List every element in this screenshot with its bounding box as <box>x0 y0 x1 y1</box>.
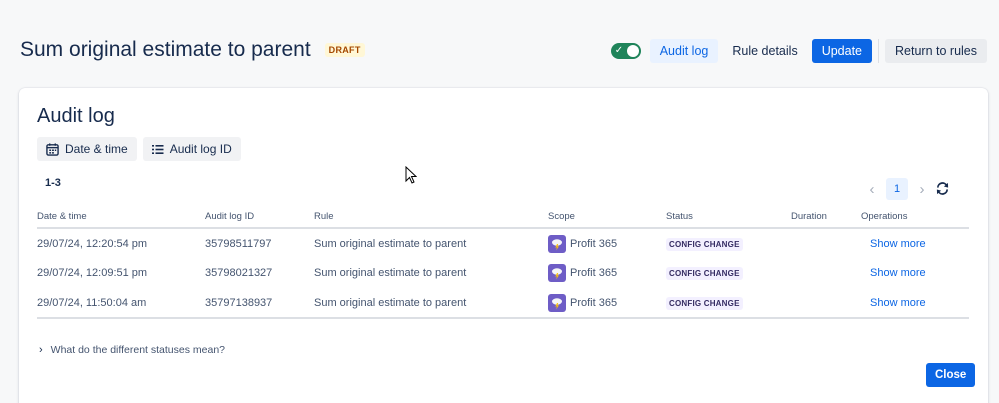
scope-cell: Profit 365 <box>548 288 666 319</box>
chevron-right-icon[interactable]: › <box>912 181 932 198</box>
status-help-disclosure[interactable]: › What do the different statuses mean? <box>39 344 225 356</box>
column-header: Operations <box>861 206 969 229</box>
rule-cell: Sum original estimate to parent <box>314 288 548 319</box>
audit-log-card: Audit log Date & time Audit log ID 1-3 ‹… <box>19 88 988 403</box>
close-button[interactable]: Close <box>926 363 976 387</box>
audit-log-table: Date & time Audit log ID Rule Scope Stat… <box>37 206 969 319</box>
column-header[interactable]: Status <box>666 206 791 229</box>
operations-cell: Show more <box>861 228 969 258</box>
filter-bar: Date & time Audit log ID <box>37 137 247 161</box>
table-header-row: Date & time Audit log ID Rule Scope Stat… <box>37 206 969 229</box>
card-title: Audit log <box>37 105 115 127</box>
update-button[interactable]: Update <box>811 39 873 63</box>
page-title-wrapper: Sum original estimate to parent DRAFT <box>20 38 365 62</box>
audit-id-cell: 35797138937 <box>205 288 314 319</box>
page-button-1[interactable]: 1 <box>886 178 908 200</box>
table-row: 29/07/24, 12:20:54 pm 35798511797 Sum or… <box>37 228 969 258</box>
chevron-left-icon[interactable]: ‹ <box>862 181 882 198</box>
calendar-icon <box>46 142 59 156</box>
status-lozenge: CONFIG CHANGE <box>666 237 743 251</box>
rule-enabled-toggle[interactable]: ✓ <box>610 43 641 59</box>
datetime-cell: 29/07/24, 12:09:51 pm <box>37 267 148 279</box>
chevron-right-icon: › <box>39 344 43 356</box>
return-to-rules-button[interactable]: Return to rules <box>885 39 987 63</box>
rule-details-button[interactable]: Rule details <box>722 39 807 63</box>
cloud-lightning-icon <box>548 234 566 253</box>
audit-log-id-filter-button[interactable]: Audit log ID <box>142 137 241 161</box>
column-header[interactable]: Duration <box>791 206 861 229</box>
audit-id-cell: 35798021327 <box>205 267 273 279</box>
scope-cell: Profit 365 <box>548 258 666 288</box>
refresh-icon <box>936 182 949 195</box>
column-header[interactable]: Date & time <box>37 206 205 229</box>
show-more-link[interactable]: Show more <box>861 267 926 279</box>
scope-cell: Profit 365 <box>548 228 666 258</box>
rule-cell: Sum original estimate to parent <box>314 267 467 279</box>
scope-name: Profit 365 <box>570 296 618 309</box>
cloud-lightning-icon <box>548 264 566 282</box>
status-cell: CONFIG CHANGE <box>666 228 791 258</box>
table-row: 29/07/24, 11:50:04 am 35797138937 Sum or… <box>37 288 969 319</box>
audit-id-cell: 35798511797 <box>205 237 272 250</box>
cloud-lightning-icon <box>548 293 566 312</box>
header-actions: ✓ Audit log Rule details Update Return t… <box>610 39 987 63</box>
refresh-button[interactable] <box>935 181 950 201</box>
column-header[interactable]: Scope <box>548 206 666 229</box>
list-icon <box>151 144 164 154</box>
datetime-cell: 29/07/24, 12:20:54 pm <box>37 237 148 250</box>
scope-name: Profit 365 <box>570 237 618 250</box>
audit-log-button[interactable]: Audit log <box>649 39 719 63</box>
check-icon: ✓ <box>614 45 624 56</box>
operations-cell: Show more <box>861 258 969 288</box>
operations-cell: Show more <box>861 288 969 319</box>
column-header[interactable]: Rule <box>314 206 548 229</box>
duration-cell <box>791 228 861 258</box>
status-cell: CONFIG CHANGE <box>666 288 791 319</box>
duration-cell <box>791 288 861 319</box>
status-cell: CONFIG CHANGE <box>666 258 791 288</box>
mouse-pointer-icon <box>405 166 417 184</box>
date-time-filter-label: Date & time <box>65 142 128 156</box>
show-more-link[interactable]: Show more <box>861 238 926 250</box>
date-time-filter-button[interactable]: Date & time <box>37 137 137 161</box>
status-help-label: What do the different statuses mean? <box>50 344 225 356</box>
result-count: 1-3 <box>45 177 61 189</box>
pagination: ‹ 1 › <box>862 178 932 200</box>
rule-cell: Sum original estimate to parent <box>314 237 467 250</box>
divider <box>878 39 880 63</box>
draft-badge: DRAFT <box>324 43 365 57</box>
page-title: Sum original estimate to parent <box>20 38 311 61</box>
datetime-cell: 29/07/24, 11:50:04 am <box>37 288 205 319</box>
audit-log-id-filter-label: Audit log ID <box>169 142 232 156</box>
table-row: 29/07/24, 12:09:51 pm 35798021327 Sum or… <box>37 258 969 288</box>
status-lozenge: CONFIG CHANGE <box>666 296 743 310</box>
status-lozenge: CONFIG CHANGE <box>666 267 743 280</box>
show-more-link[interactable]: Show more <box>861 297 926 309</box>
toggle-knob <box>626 45 639 57</box>
duration-cell <box>791 258 861 288</box>
page-header: Sum original estimate to parent DRAFT ✓ … <box>0 0 999 88</box>
column-header[interactable]: Audit log ID <box>205 206 314 229</box>
scope-name: Profit 365 <box>570 267 618 279</box>
